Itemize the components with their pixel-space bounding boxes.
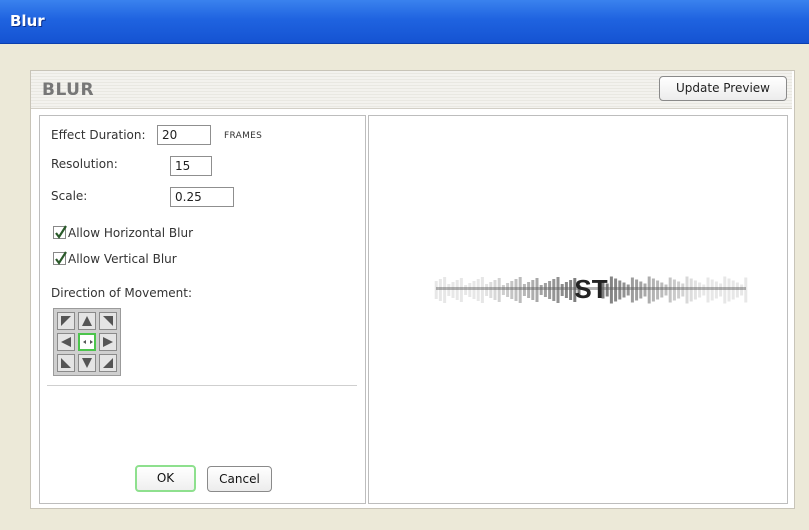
horizontal-arrows-icon <box>83 340 93 344</box>
resolution-input[interactable]: 15 <box>170 156 212 176</box>
ok-button[interactable]: OK <box>135 465 196 492</box>
checkmark-icon <box>55 225 67 239</box>
direction-up-right-button[interactable] <box>99 312 117 330</box>
preview-text: ST <box>574 274 607 304</box>
arrow-right-icon <box>103 337 113 347</box>
scale-label: Scale: <box>51 189 88 203</box>
direction-right-button[interactable] <box>99 333 117 351</box>
allow-vertical-blur-checkbox[interactable] <box>53 251 67 265</box>
arrow-up-icon <box>82 316 92 326</box>
panel-title: BLUR <box>42 80 95 100</box>
direction-of-movement-label: Direction of Movement: <box>51 286 193 300</box>
direction-down-button[interactable] <box>78 354 96 372</box>
resolution-label: Resolution: <box>51 157 118 171</box>
allow-horizontal-blur-checkbox[interactable] <box>53 225 67 239</box>
direction-down-left-button[interactable] <box>57 354 75 372</box>
direction-center-button[interactable] <box>78 333 96 351</box>
arrow-down-left-icon <box>61 358 71 368</box>
effect-duration-input[interactable]: 20 <box>157 125 211 145</box>
blur-preview-image: ST <box>434 274 748 304</box>
direction-down-right-button[interactable] <box>99 354 117 372</box>
frames-unit-label: FRAMES <box>224 131 263 141</box>
allow-vertical-blur-label[interactable]: Allow Vertical Blur <box>68 252 177 266</box>
arrow-down-icon <box>82 358 92 368</box>
settings-divider <box>47 385 357 386</box>
direction-up-button[interactable] <box>78 312 96 330</box>
direction-left-button[interactable] <box>57 333 75 351</box>
direction-selector <box>53 308 121 376</box>
preview-pane <box>368 115 788 504</box>
arrow-up-right-icon <box>103 316 113 326</box>
arrow-down-right-icon <box>103 358 113 368</box>
checkmark-icon <box>55 251 67 265</box>
window-title-bar[interactable]: Blur <box>0 0 809 44</box>
cancel-button[interactable]: Cancel <box>207 466 272 492</box>
scale-input[interactable]: 0.25 <box>170 187 234 207</box>
update-preview-button[interactable]: Update Preview <box>659 76 787 101</box>
arrow-up-left-icon <box>61 316 71 326</box>
allow-horizontal-blur-label[interactable]: Allow Horizontal Blur <box>68 226 193 240</box>
arrow-left-icon <box>61 337 71 347</box>
window-title: Blur <box>10 12 45 30</box>
direction-up-left-button[interactable] <box>57 312 75 330</box>
effect-duration-label: Effect Duration: <box>51 128 146 142</box>
